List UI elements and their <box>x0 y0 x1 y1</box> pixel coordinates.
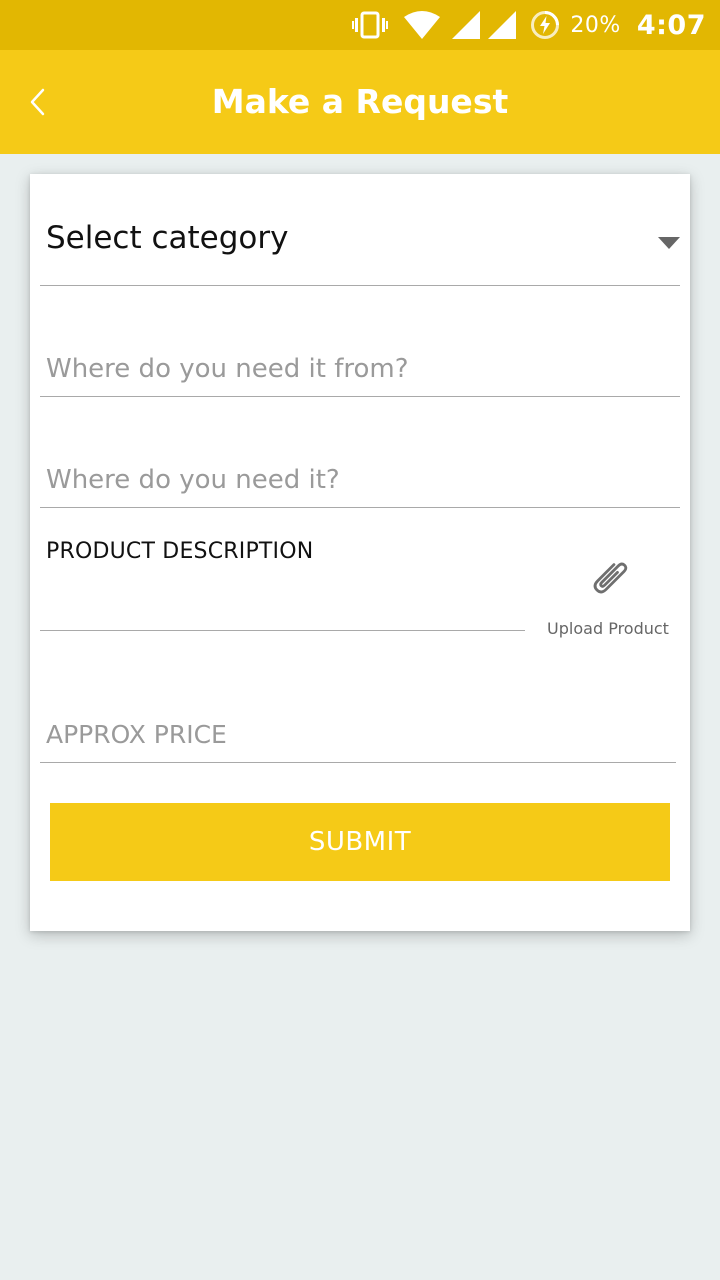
wifi-icon <box>404 11 441 39</box>
battery-saver-icon <box>530 10 560 40</box>
approx-price-input[interactable] <box>40 674 676 763</box>
back-button[interactable] <box>18 78 58 126</box>
status-bar: 20% 4:07 <box>0 0 720 50</box>
caret-down-icon <box>658 237 680 249</box>
product-description-label: PRODUCT DESCRIPTION <box>46 539 314 564</box>
clock: 4:07 <box>636 9 706 41</box>
app-bar: Make a Request <box>0 50 720 154</box>
paperclip-icon <box>593 562 628 594</box>
battery-percent: 20% <box>570 12 621 38</box>
upload-product-label: Upload Product <box>547 619 669 638</box>
delivery-location-input[interactable] <box>40 418 680 508</box>
chevron-left-icon <box>30 88 45 116</box>
signal-icon <box>488 11 517 39</box>
signal-icon <box>452 11 481 39</box>
submit-button[interactable]: SUBMIT <box>50 803 670 881</box>
pickup-location-input[interactable] <box>40 307 680 397</box>
vibrate-icon <box>352 11 389 39</box>
upload-product-button[interactable]: Upload Product <box>545 549 671 639</box>
category-dropdown[interactable]: Select category <box>40 200 680 286</box>
product-description-field[interactable]: PRODUCT DESCRIPTION <box>40 508 525 631</box>
category-dropdown-label: Select category <box>46 220 289 256</box>
page-title: Make a Request <box>211 82 509 121</box>
status-icons: 20% 4:07 <box>352 0 706 50</box>
request-form-card: Select category PRODUCT DESCRIPTION Uplo… <box>30 174 690 931</box>
